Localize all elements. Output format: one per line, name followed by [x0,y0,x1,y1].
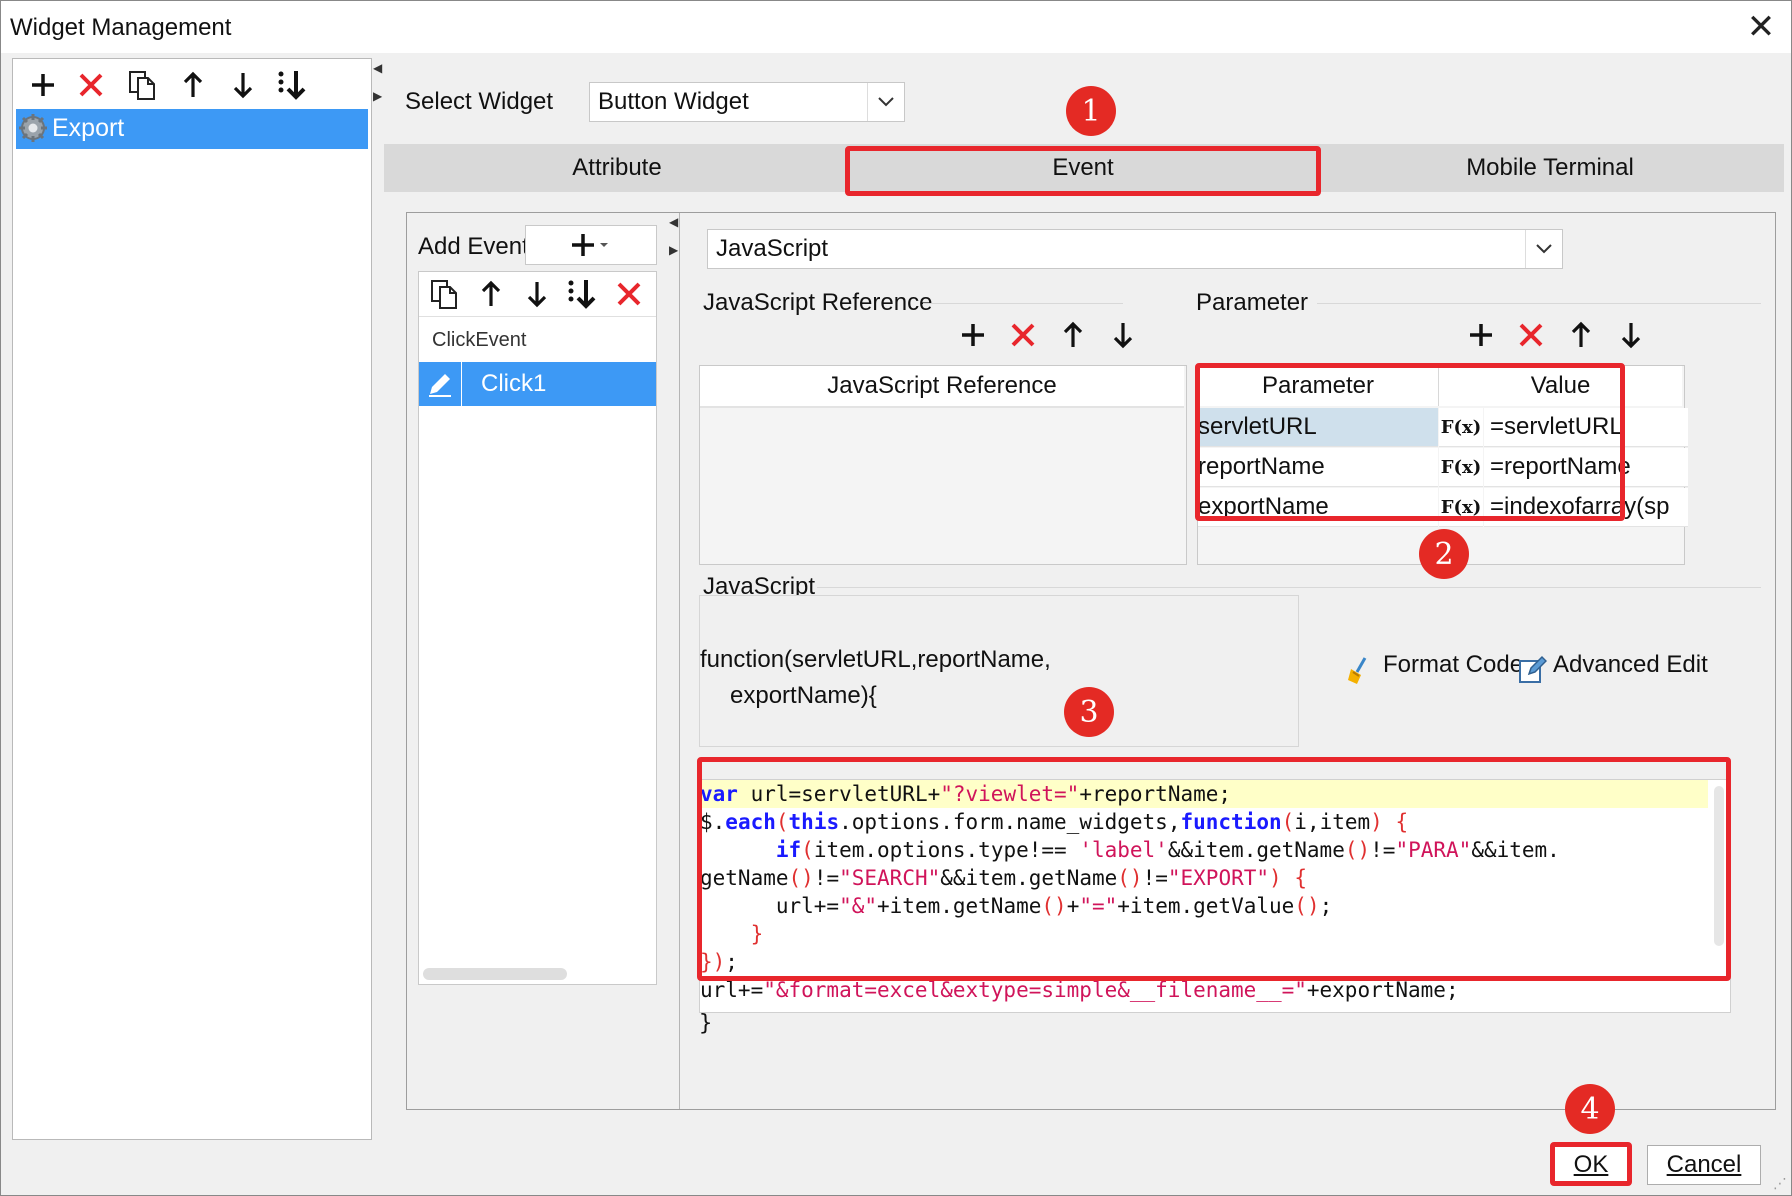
move-bottom-icon[interactable] [565,276,601,312]
tab-attribute[interactable]: Attribute [384,144,850,192]
widget-tree-pane: Export [12,58,372,1140]
divider [419,316,656,317]
parameter-group-label: Parameter [1196,289,1309,316]
plus-icon[interactable] [25,67,61,103]
arrow-down-icon[interactable] [1613,317,1649,353]
js-reference-group-label: JavaScript Reference [703,289,933,316]
annotation-badge-4: 4 [1565,1084,1615,1134]
delete-icon[interactable] [73,67,109,103]
collapse-events-icon[interactable]: ◀ ▶ [669,215,678,257]
arrow-down-icon[interactable] [1105,317,1141,353]
js-reference-table: JavaScript Reference [699,365,1187,565]
plus-icon[interactable] [1463,317,1499,353]
function-signature-line: exportName){ [730,682,877,709]
divider [817,587,1761,588]
arrow-up-icon[interactable] [1055,317,1091,353]
annotation-badge-3: 3 [1064,687,1114,737]
horizontal-scrollbar[interactable] [423,968,567,980]
function-signature-line: function(servletURL,reportName, [700,646,1051,673]
dialog-title: Widget Management [10,14,232,41]
divider [1317,303,1761,304]
add-event-button[interactable] [525,225,657,265]
widget-management-dialog: Widget Management ✕ Export ◀ ▶ Select Wi… [0,0,1792,1196]
format-code-label: Format Code [1383,651,1524,678]
event-item-label: Click1 [481,370,547,397]
select-widget-value: Button Widget [598,88,749,115]
script-type-dropdown[interactable]: JavaScript [707,229,1563,269]
highlight-box-event-tab [845,146,1321,196]
tree-item-export[interactable]: Export [16,109,368,149]
event-panel: Add Event ClickEvent Click1 ◀ ▶ JavaScri… [406,212,1776,1110]
broom-icon [1345,655,1375,685]
gear-icon [18,113,48,143]
add-event-label: Add Event [418,233,529,260]
edit-icon [419,362,462,406]
cancel-button[interactable]: Cancel [1647,1145,1761,1185]
function-closing-brace: } [699,1011,713,1036]
advanced-edit-label: Advanced Edit [1553,651,1708,678]
highlight-box-ok [1550,1142,1632,1186]
tab-mobile-terminal[interactable]: Mobile Terminal [1316,144,1784,192]
collapse-left-icon[interactable]: ◀ ▶ [373,61,382,103]
annotation-badge-2: 2 [1419,529,1469,579]
highlight-box-parameters [1195,363,1625,521]
delete-icon[interactable] [1005,317,1041,353]
function-signature-box: function(servletURL,reportName, exportNa… [699,595,1299,747]
event-item-click1[interactable]: Click1 [419,362,656,406]
copy-icon[interactable] [427,276,463,312]
copy-icon[interactable] [125,67,161,103]
close-icon[interactable]: ✕ [1741,7,1781,47]
arrow-down-icon[interactable] [225,67,261,103]
title-bar: Widget Management ✕ [1,1,1791,53]
select-widget-label: Select Widget [405,88,554,115]
annotation-badge-1: 1 [1066,86,1116,136]
arrow-up-icon[interactable] [1563,317,1599,353]
arrow-up-icon[interactable] [473,276,509,312]
chevron-down-icon [1525,230,1562,268]
plus-icon[interactable] [955,317,991,353]
highlight-box-code [697,757,1731,981]
delete-icon[interactable] [611,276,647,312]
widget-detail-pane: Select Widget Button Widget Attribute Ev… [384,58,1784,1138]
js-reference-column-header: JavaScript Reference [700,366,1184,408]
divider [923,303,1123,304]
delete-icon[interactable] [1513,317,1549,353]
script-type-value: JavaScript [716,235,829,262]
event-list-box: ClickEvent Click1 [418,271,657,985]
arrow-up-icon[interactable] [175,67,211,103]
arrow-down-icon[interactable] [519,276,555,312]
select-widget-dropdown[interactable]: Button Widget [589,82,905,122]
edit-icon [1517,655,1548,685]
event-group-label: ClickEvent [432,329,527,351]
splitter[interactable] [679,213,680,1109]
move-bottom-icon[interactable] [275,67,311,103]
resize-grip-icon[interactable]: ⋰ [1773,1175,1791,1193]
chevron-down-icon [867,83,904,121]
tree-item-label: Export [52,114,125,142]
